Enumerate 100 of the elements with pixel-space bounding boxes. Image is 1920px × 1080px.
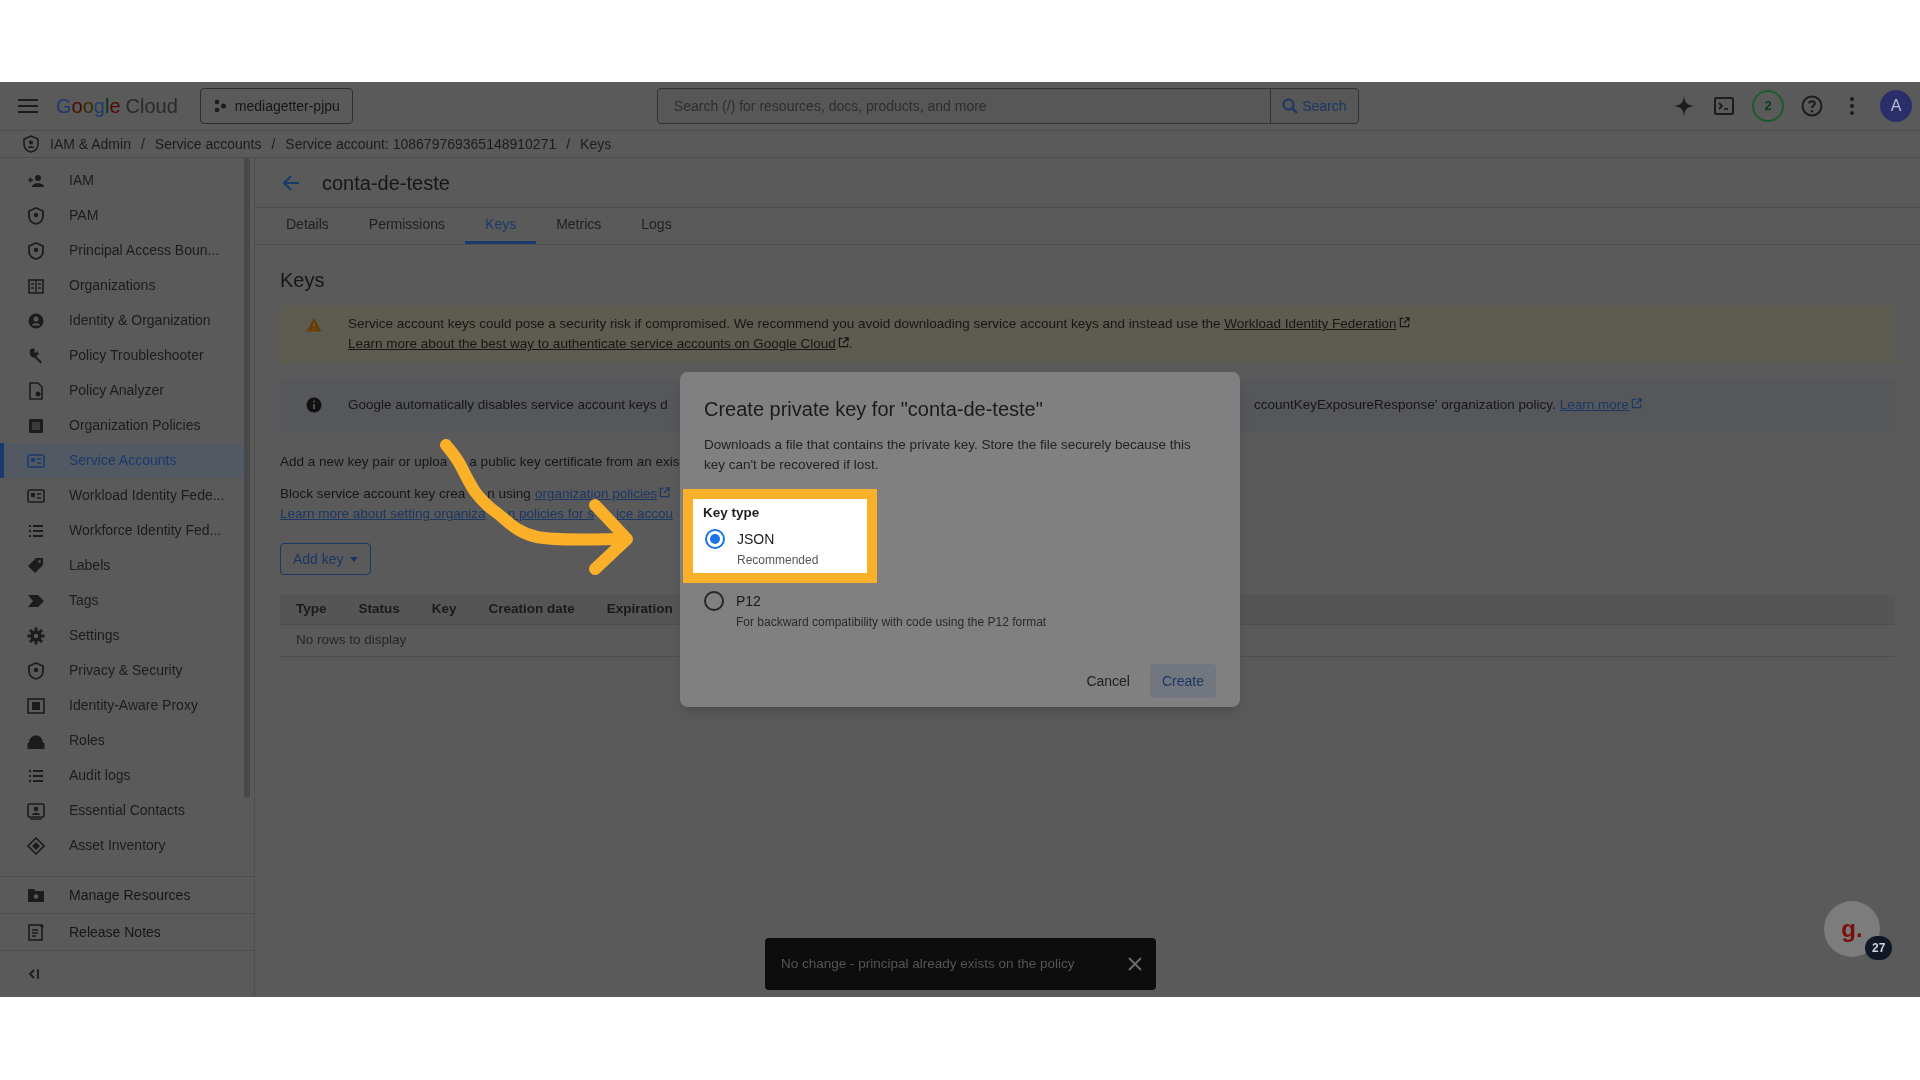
external-link-icon bbox=[659, 487, 671, 498]
sidebar-item[interactable]: Manage Resources bbox=[0, 876, 254, 913]
sidebar-item[interactable]: Settings bbox=[0, 618, 244, 653]
document-icon bbox=[27, 381, 45, 400]
diamond-icon bbox=[27, 836, 45, 855]
contact-card-icon bbox=[27, 801, 45, 820]
warning-link[interactable]: Learn more about the best way to authenticate service accounts on Google Cloud bbox=[348, 336, 849, 351]
dialog-description: Downloads a file that contains the private key. Store the file securely because this key can't be recovered if lost. bbox=[704, 436, 1192, 474]
learn-more-link[interactable]: Learn more bbox=[1559, 394, 1642, 416]
warning-message: Service account keys could pose a security risk if compromised. We recommend you avoid downloading service account keys and instead use the Workload Identity Federation Learn more about the best way to authenticate service accounts on Google Cloud . bbox=[348, 314, 1875, 354]
option-label: JSON bbox=[737, 530, 776, 550]
info-text: ccountKeyExposureResponse' organization policy. bbox=[1254, 395, 1556, 414]
info-text: Google automatically disables service account keys d bbox=[348, 395, 669, 414]
nodes-icon bbox=[212, 99, 227, 113]
page-title: conta-de-teste bbox=[322, 170, 450, 196]
radio-button[interactable] bbox=[705, 529, 725, 550]
breadcrumb-link[interactable]: IAM & Admin bbox=[50, 133, 131, 155]
building-icon bbox=[27, 276, 45, 295]
warning-icon bbox=[306, 317, 322, 333]
account-circle-icon bbox=[27, 311, 45, 330]
option-label: P12 bbox=[736, 592, 762, 612]
sidebar-item[interactable]: Roles bbox=[0, 723, 244, 758]
organization-policies-link[interactable]: organization policies bbox=[534, 484, 671, 504]
sidebar-item[interactable]: Organization Policies bbox=[0, 408, 244, 443]
breadcrumb-separator: / bbox=[566, 134, 571, 154]
id-card-icon bbox=[27, 451, 45, 470]
search-icon bbox=[1282, 98, 1299, 114]
sidebar-item[interactable]: Tags bbox=[0, 583, 244, 618]
sidebar-item[interactable]: Audit logs bbox=[0, 758, 244, 793]
dialog-button[interactable]: Create bbox=[1149, 664, 1216, 698]
notification-count[interactable]: 2 bbox=[1752, 90, 1784, 122]
sidebar-item[interactable]: Release Notes bbox=[0, 913, 254, 950]
breadcrumb-link[interactable]: Service account: 108679769365148910271 bbox=[285, 133, 557, 155]
square-icon bbox=[27, 416, 45, 435]
column-header[interactable]: Type bbox=[296, 599, 327, 620]
tab[interactable]: Logs bbox=[621, 208, 692, 244]
terminal-icon[interactable] bbox=[1712, 94, 1736, 118]
shield-icon bbox=[27, 661, 45, 680]
info-icon bbox=[306, 397, 322, 413]
sidebar-item[interactable]: Workforce Identity Fed... bbox=[0, 513, 244, 548]
external-link-icon bbox=[1630, 397, 1642, 409]
sidebar-item[interactable]: Identity-Aware Proxy bbox=[0, 688, 244, 723]
sidebar-item[interactable]: Organizations bbox=[0, 268, 244, 303]
tab[interactable]: Keys bbox=[465, 208, 537, 244]
sidebar-item[interactable]: Policy Troubleshooter bbox=[0, 338, 244, 373]
description-text: a public key certificate from an exis bbox=[469, 453, 680, 471]
block-key-text: Block service account key crea bbox=[280, 485, 466, 503]
warning-link[interactable]: Workload Identity Federation bbox=[1224, 316, 1410, 331]
tag-icon bbox=[27, 556, 45, 575]
sidebar-item[interactable]: PAM bbox=[0, 198, 244, 233]
column-header[interactable]: Expiration bbox=[606, 599, 673, 620]
external-link-icon bbox=[837, 337, 849, 348]
dialog-button[interactable]: Cancel bbox=[1074, 664, 1142, 698]
learn-more-link[interactable]: ice accou bbox=[615, 504, 673, 524]
tab[interactable]: Details bbox=[266, 208, 349, 244]
project-picker[interactable]: mediagetter-pjpu bbox=[199, 88, 353, 124]
shield-icon bbox=[22, 135, 40, 153]
sidebar-item[interactable]: Workload Identity Fede... bbox=[0, 478, 244, 513]
notes-icon bbox=[27, 923, 45, 941]
learn-more-link[interactable]: Learn more about setting organiza bbox=[280, 504, 486, 524]
radio-button[interactable] bbox=[704, 591, 724, 612]
block-key-text: n using bbox=[487, 485, 531, 503]
id-card-icon bbox=[27, 486, 45, 505]
tab[interactable]: Permissions bbox=[348, 208, 466, 244]
search-button[interactable]: Search bbox=[1269, 89, 1358, 123]
sidebar-item[interactable]: Identity & Organization bbox=[0, 303, 244, 338]
sidebar-item[interactable]: Principal Access Boun... bbox=[0, 233, 244, 268]
sidebar-item[interactable]: Service Accounts bbox=[0, 443, 244, 478]
column-header[interactable]: Creation date bbox=[488, 599, 575, 620]
notification-badge: 27 bbox=[1865, 936, 1893, 960]
section-heading: Keys bbox=[280, 268, 326, 293]
back-arrow-icon[interactable] bbox=[282, 173, 300, 192]
help-icon[interactable] bbox=[1800, 94, 1824, 118]
menu-icon[interactable] bbox=[18, 99, 38, 113]
snackbar-message: No change - principal already exists on the policy bbox=[781, 954, 1076, 973]
external-link-icon bbox=[1398, 317, 1410, 328]
breadcrumb-link[interactable]: Service accounts bbox=[154, 133, 262, 155]
add-key-button[interactable]: Add key bbox=[280, 543, 371, 575]
settings-icon bbox=[27, 626, 45, 645]
close-icon[interactable] bbox=[1128, 957, 1142, 971]
sidebar-item[interactable]: Policy Analyzer bbox=[0, 373, 244, 408]
sidebar-item[interactable]: Asset Inventory bbox=[0, 828, 244, 863]
column-header[interactable]: Status bbox=[358, 599, 400, 620]
column-header[interactable]: Key bbox=[431, 599, 457, 620]
scrollbar[interactable] bbox=[244, 158, 250, 798]
sidebar-item[interactable]: Privacy & Security bbox=[0, 653, 244, 688]
sidebar-item[interactable]: Labels bbox=[0, 548, 244, 583]
option-hint: Recommended bbox=[737, 552, 819, 570]
breadcrumb-separator: / bbox=[140, 134, 145, 154]
avatar[interactable]: A bbox=[1880, 90, 1912, 122]
dialog-title: Create private key for "conta-de-teste" bbox=[704, 397, 1044, 422]
breadcrumb-separator: / bbox=[271, 134, 276, 154]
tab[interactable]: Metrics bbox=[536, 208, 622, 244]
breadcrumb-link[interactable]: Keys bbox=[580, 133, 612, 155]
sidebar-item[interactable]: Essential Contacts bbox=[0, 793, 244, 828]
shield-icon bbox=[27, 206, 45, 225]
sidebar-item[interactable]: IAM bbox=[0, 163, 244, 198]
key-type-label: Key type bbox=[703, 504, 761, 522]
description-text: Add a new key pair or uploa bbox=[280, 453, 448, 471]
collapse-icon[interactable] bbox=[26, 967, 40, 981]
